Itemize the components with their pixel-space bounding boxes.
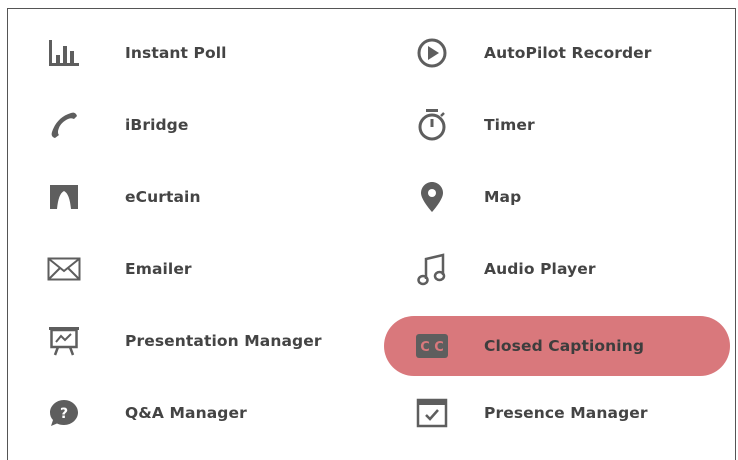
svg-text:?: ? bbox=[60, 406, 68, 422]
tool-ibridge[interactable]: iBridge bbox=[46, 95, 376, 155]
presentation-easel-icon bbox=[46, 323, 82, 359]
stopwatch-icon bbox=[414, 107, 450, 143]
svg-text:C: C bbox=[434, 340, 444, 355]
music-note-icon bbox=[414, 251, 450, 287]
tool-instant-poll[interactable]: Instant Poll bbox=[46, 23, 376, 83]
tool-closed-captioning[interactable]: C C Closed Captioning bbox=[384, 316, 730, 376]
tool-label: AutoPilot Recorder bbox=[484, 44, 652, 62]
tool-label: Presentation Manager bbox=[125, 332, 322, 350]
cc-icon: C C bbox=[414, 328, 450, 364]
tool-label: Q&A Manager bbox=[125, 404, 247, 422]
tool-label: Presence Manager bbox=[484, 404, 648, 422]
map-pin-icon bbox=[414, 179, 450, 215]
tool-label: Instant Poll bbox=[125, 44, 227, 62]
tool-label: Audio Player bbox=[484, 260, 596, 278]
question-bubble-icon: ? bbox=[46, 395, 82, 431]
tool-map[interactable]: Map bbox=[384, 167, 730, 227]
tool-timer[interactable]: Timer bbox=[384, 95, 730, 155]
bar-chart-icon bbox=[46, 35, 82, 71]
tool-label: Closed Captioning bbox=[484, 337, 645, 355]
tools-panel: Instant Poll iBridge eCurtain Emailer Pr… bbox=[7, 8, 736, 460]
phone-handset-icon bbox=[46, 107, 82, 143]
tool-label: eCurtain bbox=[125, 188, 201, 206]
tool-presence-manager[interactable]: Presence Manager bbox=[384, 383, 730, 443]
svg-text:C: C bbox=[420, 340, 430, 355]
tool-ecurtain[interactable]: eCurtain bbox=[46, 167, 376, 227]
play-circle-icon bbox=[414, 35, 450, 71]
envelope-icon bbox=[46, 251, 82, 287]
curtain-icon bbox=[46, 179, 82, 215]
tool-emailer[interactable]: Emailer bbox=[46, 239, 376, 299]
tool-autopilot-recorder[interactable]: AutoPilot Recorder bbox=[384, 23, 730, 83]
tool-presentation-manager[interactable]: Presentation Manager bbox=[46, 311, 376, 371]
tool-label: Timer bbox=[484, 116, 535, 134]
tool-qa-manager[interactable]: ? Q&A Manager bbox=[46, 383, 376, 443]
tool-label: iBridge bbox=[125, 116, 189, 134]
calendar-check-icon bbox=[414, 395, 450, 431]
tool-label: Emailer bbox=[125, 260, 192, 278]
tool-label: Map bbox=[484, 188, 522, 206]
tool-audio-player[interactable]: Audio Player bbox=[384, 239, 730, 299]
